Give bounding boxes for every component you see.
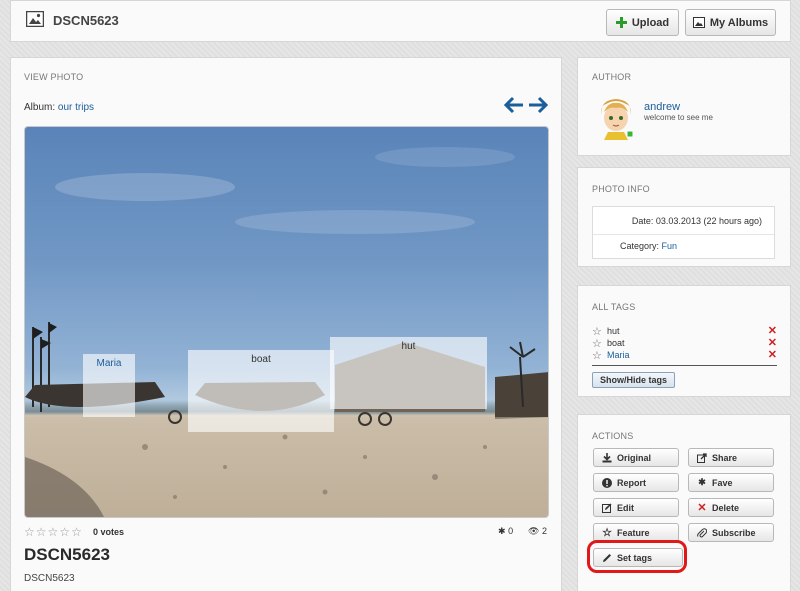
view-photo-heading: VIEW PHOTO	[24, 72, 84, 82]
date-row: Date: 03.03.2013 (22 hours ago)	[632, 216, 762, 226]
subscribe-button[interactable]: Subscribe	[688, 523, 774, 542]
feature-label: Feature	[617, 527, 650, 538]
original-label: Original	[617, 452, 652, 463]
my-albums-label: My Albums	[709, 16, 769, 29]
photo-title: DSCN5623	[24, 545, 110, 564]
fave-count: 0	[508, 526, 514, 536]
tag-name[interactable]: hut	[607, 326, 620, 336]
upload-label: Upload	[631, 16, 670, 29]
rating-star-icon[interactable]: ☆	[36, 525, 47, 539]
plus-icon	[615, 17, 627, 28]
alert-icon	[602, 477, 612, 488]
photo-tag-boat[interactable]: boat	[188, 350, 334, 432]
tags-divider	[592, 365, 777, 366]
fave-label: Fave	[712, 477, 733, 488]
category-link[interactable]: Fun	[662, 241, 678, 251]
tag-name[interactable]: boat	[607, 338, 625, 348]
edit-button[interactable]: Edit	[593, 498, 679, 517]
subscribe-label: Subscribe	[712, 527, 756, 538]
rating-star-icon[interactable]: ☆	[24, 525, 35, 539]
author-panel: AUTHOR andrew welcome to see me	[577, 57, 791, 156]
image-icon	[26, 11, 44, 27]
report-button[interactable]: Report	[593, 473, 679, 492]
rating-star-icon[interactable]: ☆	[59, 525, 70, 539]
share-label: Share	[712, 452, 738, 463]
photo-tag-hut[interactable]: hut	[330, 337, 487, 409]
edit-icon	[602, 503, 612, 513]
show-hide-tags-button[interactable]: Show/Hide tags	[592, 372, 675, 388]
all-tags-heading: ALL TAGS	[592, 302, 636, 312]
view-count: 2	[541, 526, 547, 536]
views-stat: 👁 2	[528, 526, 547, 537]
photo-info-panel: PHOTO INFO Date: 03.03.2013 (22 hours ag…	[577, 167, 791, 267]
previous-photo-arrow-icon[interactable]	[504, 96, 524, 114]
author-heading: AUTHOR	[592, 72, 632, 82]
votes-count: 0 votes	[93, 527, 125, 537]
tag-list-item: ☆ hut ✕	[592, 325, 777, 338]
delete-button[interactable]: ✕ Delete	[688, 498, 774, 517]
tag-name[interactable]: Maria	[607, 350, 630, 360]
fave-button[interactable]: ✱ Fave	[688, 473, 774, 492]
actions-panel: ACTIONS Original Share Report ✱ Fave Edi…	[577, 414, 791, 591]
star-rating[interactable]: ☆ ☆ ☆ ☆ ☆	[24, 525, 82, 539]
next-photo-arrow-icon[interactable]	[528, 96, 548, 114]
set-tags-label: Set tags	[617, 552, 653, 563]
photo-info-table: Date: 03.03.2013 (22 hours ago) Category…	[592, 206, 775, 259]
page-header: DSCN5623 Upload My Albums	[10, 0, 791, 42]
report-label: Report	[617, 477, 646, 488]
page-title: DSCN5623	[53, 13, 119, 28]
upload-button[interactable]: Upload	[606, 9, 679, 36]
edit-label: Edit	[617, 502, 634, 513]
star-icon: ☆	[602, 527, 612, 539]
date-value: 03.03.2013 (22 hours ago)	[655, 216, 762, 226]
online-indicator	[626, 130, 634, 138]
paperclip-icon	[697, 527, 707, 538]
photo-description: DSCN5623	[24, 573, 75, 584]
avatar[interactable]	[596, 96, 636, 140]
download-icon	[602, 452, 612, 463]
tag-list-item: ☆ Maria ✕	[592, 348, 777, 362]
share-icon	[697, 452, 707, 463]
author-status: welcome to see me	[644, 113, 713, 122]
share-button[interactable]: Share	[688, 448, 774, 467]
view-photo-panel: VIEW PHOTO Album: our trips Maria boat h…	[10, 57, 562, 591]
info-divider	[593, 234, 774, 235]
album-icon	[692, 17, 705, 28]
my-albums-button[interactable]: My Albums	[685, 9, 776, 36]
rating-star-icon[interactable]: ☆	[48, 525, 59, 539]
set-tags-button[interactable]: Set tags	[593, 548, 683, 567]
rating-star-icon[interactable]: ☆	[71, 525, 82, 539]
tag-list-item: ☆ boat ✕	[592, 337, 777, 350]
album-line: Album: our trips	[24, 102, 94, 113]
asterisk-icon: ✱	[698, 477, 706, 487]
fave-stat: ✱ 0	[498, 526, 513, 537]
photo-image[interactable]: Maria boat hut	[24, 126, 549, 518]
photo-tag-maria[interactable]: Maria	[83, 354, 135, 417]
all-tags-panel: ALL TAGS ☆ hut ✕ ☆ boat ✕ ☆ Maria ✕ Show…	[577, 285, 791, 397]
date-label: Date:	[631, 216, 654, 226]
remove-tag-icon[interactable]: ✕	[768, 348, 777, 361]
original-button[interactable]: Original	[593, 448, 679, 467]
eye-icon: 👁	[528, 526, 540, 536]
tag-star-icon: ☆	[592, 349, 602, 362]
actions-heading: ACTIONS	[592, 431, 634, 441]
asterisk-icon: ✱	[498, 526, 506, 536]
feature-button[interactable]: ☆ Feature	[593, 523, 679, 542]
delete-x-icon: ✕	[697, 502, 707, 514]
pencil-icon	[602, 553, 612, 563]
album-link[interactable]: our trips	[58, 102, 94, 113]
author-name-link[interactable]: andrew	[644, 101, 680, 113]
delete-label: Delete	[712, 502, 740, 513]
category-label: Category:	[620, 241, 660, 251]
beach-scene-illustration	[25, 147, 548, 517]
album-prefix: Album:	[24, 102, 56, 113]
photo-info-heading: PHOTO INFO	[592, 184, 650, 194]
category-row: Category: Fun	[620, 241, 677, 251]
